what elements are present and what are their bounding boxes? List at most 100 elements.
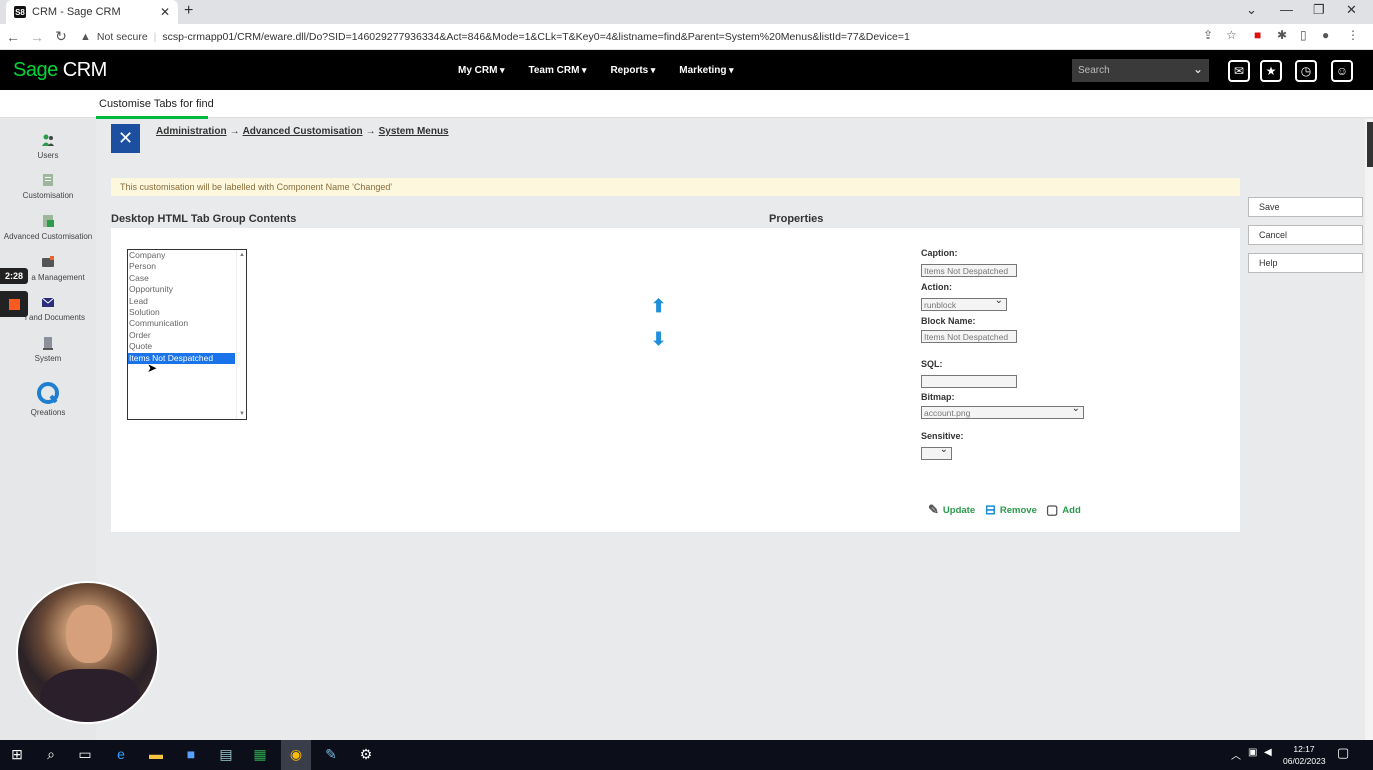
remove-button[interactable]: ⊟ Remove [985,502,1037,518]
update-button[interactable]: ✎ Update [928,502,975,518]
list-item[interactable]: Order [128,330,235,341]
scroll-down-icon[interactable]: ▼ [239,411,245,417]
list-scrollbar[interactable]: ▲ ▼ [236,250,246,419]
sidebar-item-users[interactable]: Users [0,133,96,160]
notifications-icon[interactable]: ▢ [1337,745,1349,761]
tray-chevron-icon[interactable]: ︿ [1231,747,1241,762]
chevron-down-icon[interactable]: ⌄ [1193,62,1203,76]
bitmap-selected-value: account.png [924,408,971,418]
breadcrumb-separator: → [365,126,376,137]
recent-clock-icon[interactable]: ◷ [1295,60,1317,82]
nav-my-crm[interactable]: My CRM [458,65,504,76]
tab-search-chevron-icon[interactable]: ⌄ [1246,2,1257,18]
favourites-star-icon[interactable]: ★ [1260,60,1282,82]
tool-icon[interactable]: ✎ [321,746,341,763]
page-scrollbar-thumb[interactable] [1367,122,1373,167]
list-item[interactable]: Communication [128,318,235,329]
update-label: Update [942,504,976,516]
share-icon[interactable]: ⇪ [1203,28,1213,42]
store-icon[interactable]: ■ [181,746,201,762]
url-box[interactable]: ▲ Not secure | scsp-crmapp01/CRM/eware.d… [80,27,1190,47]
pdf-extension-icon[interactable]: ■ [1254,28,1261,42]
taskbar-search-icon[interactable]: ⌕ [41,746,61,763]
megaphone-icon[interactable]: ✉ [1228,60,1250,82]
extensions-puzzle-icon[interactable]: ✱ [1277,28,1287,42]
breadcrumb-administration[interactable]: Administration [156,126,227,137]
profile-icon[interactable]: ● [1322,28,1329,42]
side-panel-icon[interactable]: ▯ [1300,28,1307,42]
sidebar-item-label: Qreations [30,408,66,417]
list-item[interactable]: Person [128,261,235,272]
new-tab-icon[interactable]: + [184,2,193,20]
nav-reports[interactable]: Reports [610,65,655,76]
list-item[interactable]: Case [128,273,235,284]
warning-icon: ▲ [80,31,91,43]
sidebar-item-system[interactable]: System [0,336,96,363]
sql-field[interactable] [921,375,1017,388]
list-item[interactable]: Lead [128,296,235,307]
browser-menu-icon[interactable]: ⋮ [1347,28,1359,42]
forward-icon[interactable]: → [26,29,48,45]
breadcrumb-advanced-customisation[interactable]: Advanced Customisation [243,126,363,137]
qreations-logo-icon [37,382,59,404]
move-down-arrow-icon[interactable]: ⬇ [651,329,666,350]
help-button[interactable]: Help [1248,253,1363,273]
nav-marketing[interactable]: Marketing [679,65,733,76]
page-scrollbar[interactable] [1365,119,1373,740]
breadcrumb-system-menus[interactable]: System Menus [379,126,449,137]
sidebar-item-qreations[interactable]: Qreations [0,382,96,417]
settings-gear-icon[interactable]: ⚙ [356,746,376,763]
user-profile-icon[interactable]: ☺ [1331,60,1353,82]
tab-title: CRM - Sage CRM [32,6,121,18]
url-text[interactable]: scsp-crmapp01/CRM/eware.dll/Do?SID=14602… [162,31,909,43]
bookmark-star-icon[interactable]: ☆ [1226,28,1237,42]
caption-label: Caption: [921,248,958,258]
search-input[interactable]: Search ⌄ [1072,59,1209,82]
scroll-up-icon[interactable]: ▲ [239,252,245,258]
server-manager-icon[interactable]: ▤ [216,746,236,763]
close-icon[interactable]: ✕ [160,5,170,19]
properties-title: Properties [769,213,824,225]
volume-icon[interactable]: ◀ [1264,747,1272,758]
cancel-button[interactable]: Cancel [1248,225,1363,245]
sidebar-item-customisation[interactable]: Customisation [0,173,96,200]
bitmap-select[interactable]: account.png [921,403,1084,419]
excel-icon[interactable]: ▦ [250,746,270,763]
list-item[interactable]: Items Not Despatched [128,352,235,364]
page-title[interactable]: Customise Tabs for find [99,98,214,110]
save-button[interactable]: Save [1248,197,1363,217]
active-tab-underline [96,116,208,119]
task-view-icon[interactable]: ▭ [75,746,95,763]
data-management-icon [42,256,54,267]
taskbar-clock[interactable]: 12:17 06/02/2023 [1283,743,1326,767]
chrome-icon[interactable]: ◉ [286,746,306,763]
reload-icon[interactable]: ↻ [50,28,72,45]
list-item[interactable]: Opportunity [128,284,235,295]
caption-field[interactable] [921,264,1017,277]
recording-stop-button[interactable] [0,291,28,317]
sage-crm-logo[interactable]: Sage CRM [13,59,107,82]
content-panel [111,228,1240,532]
add-button[interactable]: ▢ Add [1046,502,1081,518]
tab-list[interactable]: Company Person Case Opportunity Lead Sol… [127,249,247,420]
action-select[interactable]: runblock [921,295,1007,311]
minimize-icon[interactable]: — [1280,2,1293,17]
nav-team-crm[interactable]: Team CRM [528,65,586,76]
windows-start-icon[interactable]: ⊞ [7,746,27,763]
move-up-arrow-icon[interactable]: ⬆ [651,296,666,317]
window-close-icon[interactable]: ✕ [1346,2,1357,18]
file-explorer-icon[interactable]: ▬ [146,746,166,762]
sidebar-item-label: Customisation [22,191,74,200]
list-item[interactable]: Quote [128,341,235,352]
list-item[interactable]: Company [128,250,235,261]
list-item[interactable]: Solution [128,307,235,318]
browser-tab[interactable]: S8 CRM - Sage CRM ✕ [6,0,178,24]
block-name-field[interactable] [921,330,1017,343]
back-icon[interactable]: ← [2,29,24,45]
edge-icon[interactable]: e [111,746,131,762]
sidebar-item-advanced-customisation[interactable]: Advanced Customisation [0,214,96,241]
sensitive-select[interactable] [921,444,952,460]
restore-icon[interactable]: ❐ [1313,2,1325,18]
webcam-person-head [66,605,112,663]
network-icon[interactable]: ▣ [1248,747,1257,758]
